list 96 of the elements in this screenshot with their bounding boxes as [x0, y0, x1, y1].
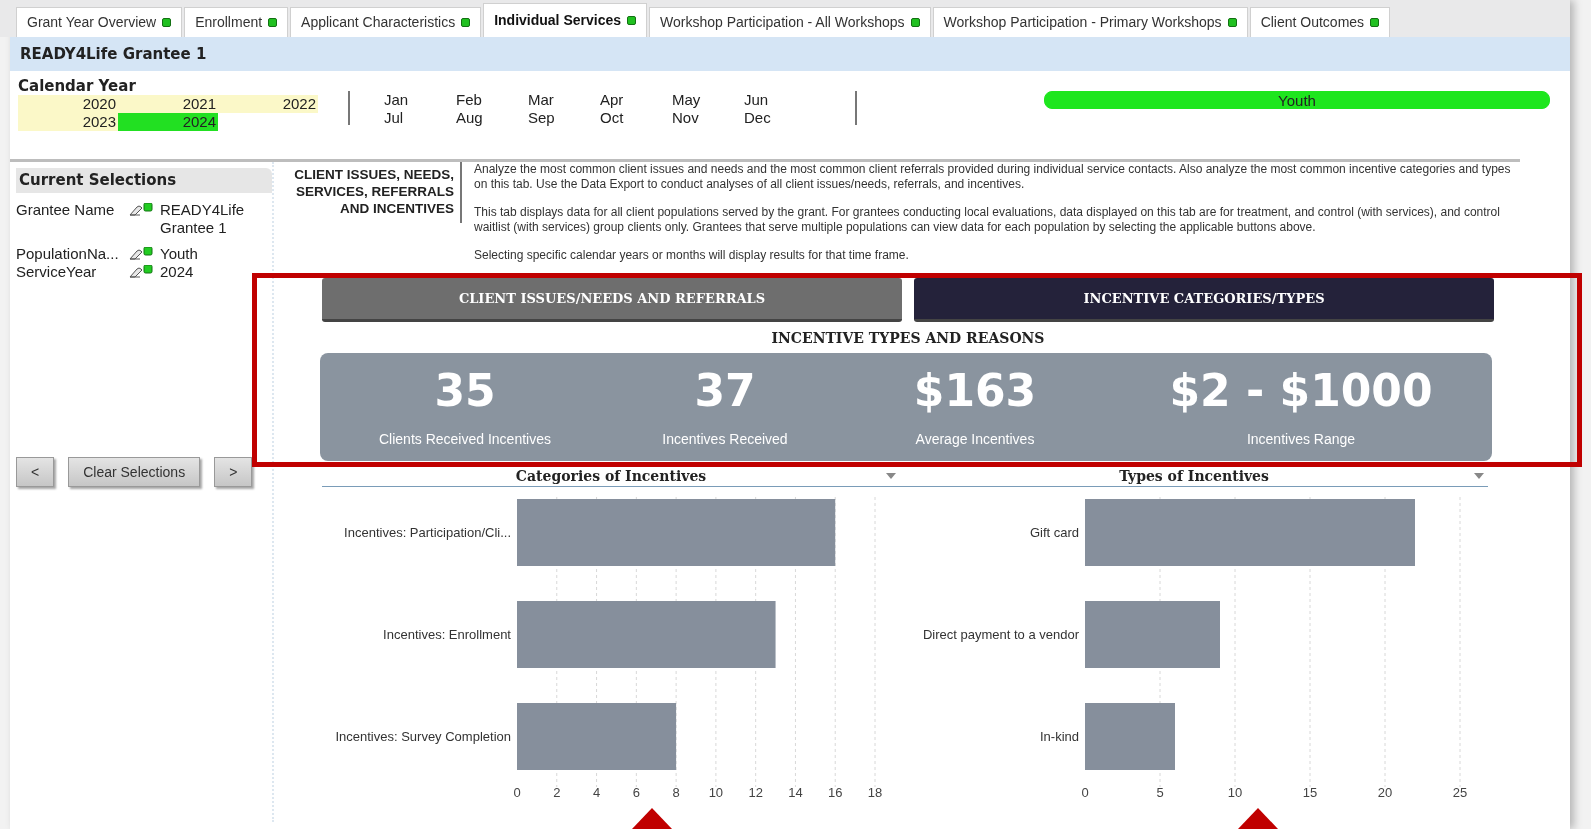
month-cell[interactable]: Feb — [456, 91, 528, 109]
status-square-icon — [268, 18, 278, 27]
tab[interactable]: Applicant Characteristics — [290, 7, 482, 37]
tab[interactable]: Enrollment — [184, 7, 289, 37]
month-cell[interactable]: Nov — [672, 109, 744, 127]
bar[interactable] — [517, 601, 776, 668]
description-text: Selecting specific calendar years or months will display results for that time frame. — [474, 248, 910, 263]
bar[interactable] — [517, 499, 836, 566]
year-cell[interactable]: 2024 — [118, 113, 218, 131]
category-label: Incentives: Participation/Cli... — [344, 525, 511, 540]
axis-tick-label: 15 — [1302, 785, 1318, 800]
next-button[interactable]: > — [214, 457, 253, 487]
status-square-icon — [162, 18, 172, 27]
axis-tick-label: 16 — [828, 785, 843, 800]
previous-button[interactable]: < — [16, 457, 55, 487]
tab[interactable]: Workshop Participation - Primary Workshops — [932, 7, 1248, 37]
month-cell[interactable]: Jan — [384, 91, 456, 109]
kpi-label: Average Incentives — [915, 430, 1035, 449]
status-square-icon — [1370, 18, 1380, 27]
bar[interactable] — [517, 703, 677, 770]
kpi-value: 35 — [434, 364, 496, 418]
field-label: PopulationNa... — [16, 244, 120, 263]
status-square-icon — [627, 16, 636, 25]
field-value: Youth — [160, 244, 199, 263]
axis-tick-label: 0 — [513, 785, 521, 800]
bar[interactable] — [1085, 601, 1220, 668]
axis-tick-label: 10 — [1227, 785, 1243, 800]
year-cell[interactable]: 2023 — [18, 113, 118, 131]
month-cell[interactable]: Oct — [600, 109, 672, 127]
month-cell[interactable]: Jul — [384, 109, 456, 127]
status-square-icon — [461, 18, 471, 27]
status-square-icon — [910, 18, 920, 27]
year-cell[interactable]: 2022 — [218, 95, 318, 113]
kpi-value: $2 - $1000 — [1169, 364, 1433, 418]
kpi-label: Clients Received Incentives — [379, 430, 551, 449]
axis-tick-label: 6 — [632, 785, 640, 800]
year-cell[interactable]: 2021 — [118, 95, 218, 113]
axis-tick-label: 20 — [1377, 785, 1393, 800]
month-cell[interactable]: May — [672, 91, 744, 109]
kpi-value: $163 — [913, 364, 1037, 418]
status-square-icon — [1227, 18, 1237, 27]
kpi-heading: INCENTIVE TYPES AND REASONS — [771, 330, 1045, 346]
bar[interactable] — [1085, 703, 1175, 770]
header-title: READY4Life Grantee 1 — [10, 37, 1570, 71]
description-text: This tab displays data for all client populations served by the grant. For grantees conducting local evaluations, data displayed on this tab are for treatment, and control (with services), and control waitlist (with services) group clients only. Grantees that serve multiple populations can view data for each population by selecting the applicable buttons above. — [474, 205, 1501, 235]
axis-tick-label: 8 — [672, 785, 680, 800]
axis-tick-label: 12 — [748, 785, 763, 800]
category-label: Incentives: Survey Completion — [335, 729, 511, 744]
category-label: Direct payment to a vendor — [922, 627, 1079, 642]
month-cell[interactable]: Sep — [528, 109, 600, 127]
category-label: Incentives: Enrollment — [383, 627, 511, 642]
axis-tick-label: 25 — [1452, 785, 1468, 800]
year-cell[interactable]: 2020 — [18, 95, 118, 113]
clear-field-icon[interactable] — [128, 246, 154, 261]
view-button[interactable]: INCENTIVE CATEGORIES/TYPES — [914, 278, 1494, 322]
axis-tick-label: 0 — [1081, 785, 1089, 800]
month-cell[interactable]: Dec — [744, 109, 816, 127]
clear-field-icon[interactable] — [128, 264, 154, 279]
axis-tick-label: 18 — [867, 785, 883, 800]
tab[interactable]: Client Outcomes — [1249, 7, 1391, 37]
marker-arrow — [1238, 808, 1278, 829]
category-label: Gift card — [1029, 525, 1079, 540]
description-text: Analyze the most common client issues and needs and the most common client referrals provided during individual service contacts. Also analyze the most common incentive categories and types on this tab. Use the Data Export to conduct analyses of all client issues/needs, referrals, and incentives. — [474, 162, 1512, 192]
field-value: 2024 — [160, 262, 195, 281]
clear-field-icon[interactable] — [128, 202, 154, 217]
dropdown-caret-icon[interactable] — [886, 473, 896, 479]
panel-title: Current Selections — [16, 168, 272, 193]
axis-tick-label: 2 — [553, 785, 561, 800]
month-cell[interactable]: Apr — [600, 91, 672, 109]
section-title: CLIENT ISSUES, NEEDS, SERVICES, REFERRALS AND INCENTIVES — [284, 162, 462, 223]
month-cell[interactable]: Jun — [744, 91, 816, 109]
view-button[interactable]: CLIENT ISSUES/NEEDS AND REFERRALS — [322, 278, 902, 322]
tab[interactable]: Individual Services — [483, 3, 647, 37]
category-label: In-kind — [1039, 729, 1079, 744]
kpi-label: Incentives Range — [1246, 430, 1356, 449]
field-label: ServiceYear — [16, 262, 98, 281]
axis-tick-label: 14 — [788, 785, 803, 800]
field-value: READY4Life Grantee 1 — [160, 200, 246, 237]
marker-arrow — [632, 808, 672, 829]
population-button[interactable]: Youth — [1044, 91, 1550, 109]
kpi-label: Incentives Received — [662, 430, 788, 449]
clear-selections-button[interactable]: Clear Selections — [68, 457, 201, 487]
chart-title: Categories of Incentives — [515, 467, 707, 485]
dropdown-caret-icon[interactable] — [1474, 473, 1484, 479]
tab[interactable]: Workshop Participation - All Workshops — [649, 7, 931, 37]
tab[interactable]: Grant Year Overview — [16, 7, 183, 37]
bar[interactable] — [1085, 499, 1415, 566]
calendar-label: Calendar Year — [18, 77, 137, 95]
axis-tick-label: 4 — [592, 785, 601, 800]
kpi-value: 37 — [694, 364, 756, 418]
chart-title: Types of Incentives — [1119, 467, 1269, 485]
month-cell[interactable]: Aug — [456, 109, 528, 127]
field-label: Grantee Name — [16, 200, 116, 220]
month-cell[interactable]: Mar — [528, 91, 600, 109]
axis-tick-label: 5 — [1156, 785, 1164, 800]
axis-tick-label: 10 — [708, 785, 724, 800]
